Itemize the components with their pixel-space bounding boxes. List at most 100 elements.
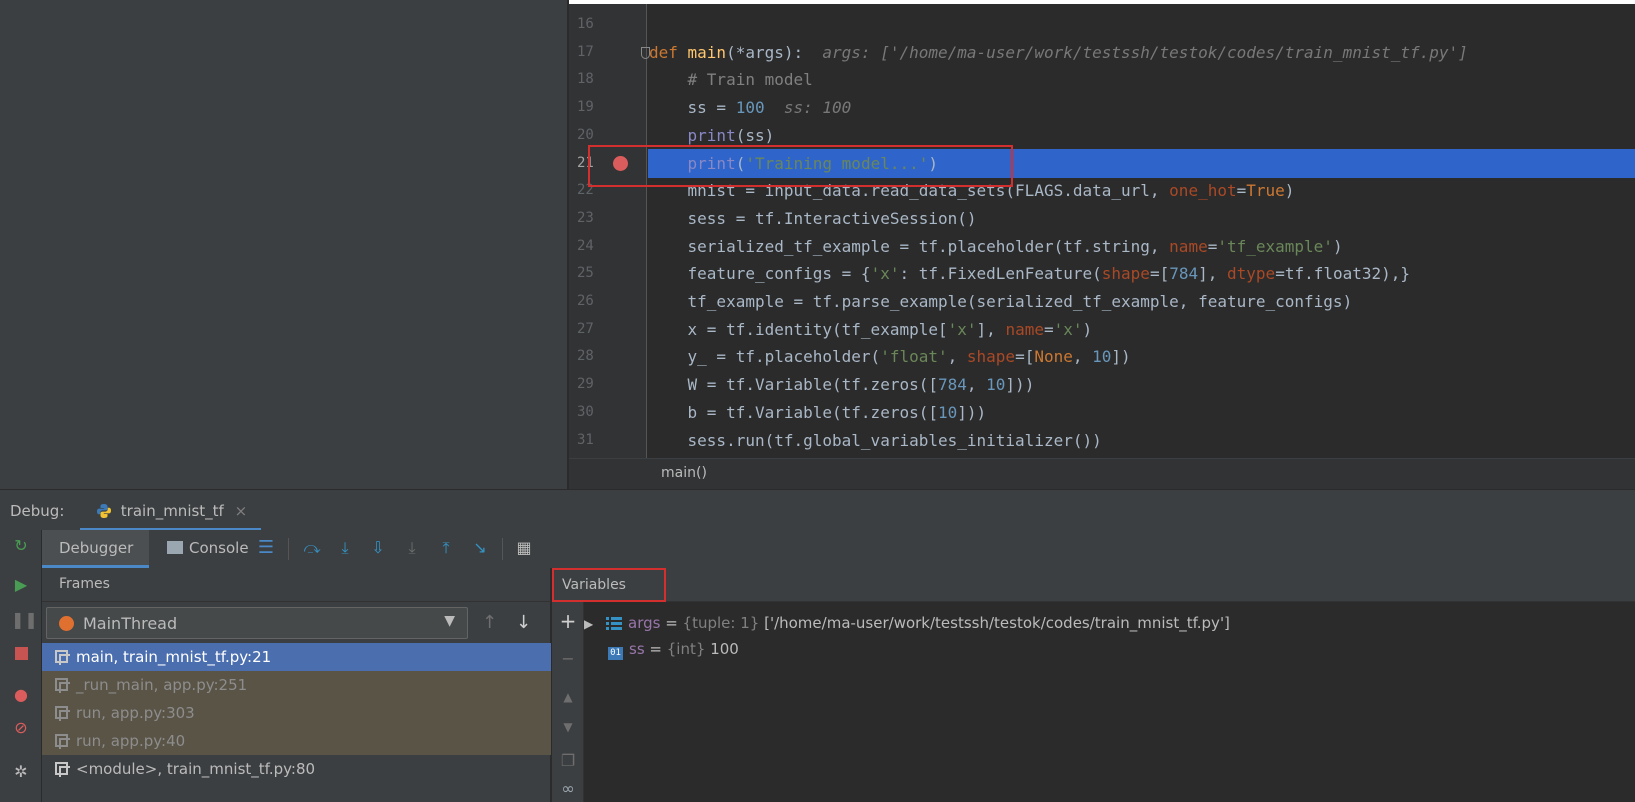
step-into-my-code-icon[interactable]: ⇩ bbox=[368, 538, 388, 558]
debug-side-toolbar: ↻ ▶ ❚❚ ● ⊘ ✲ bbox=[0, 530, 42, 802]
frame-row[interactable]: _run_main, app.py:251 bbox=[42, 671, 551, 699]
frame-label: main, train_mnist_tf.py:21 bbox=[76, 648, 272, 666]
code-line[interactable]: 28 y_ = tf.placeholder('float', shape=[N… bbox=[569, 342, 1635, 371]
code-line[interactable]: 29 W = tf.Variable(tf.zeros([784, 10])) bbox=[569, 370, 1635, 399]
code-token: def bbox=[649, 42, 688, 62]
tab-console[interactable]: Console bbox=[167, 530, 249, 568]
code-token: ]) bbox=[1111, 347, 1131, 367]
code-text: ss = 100 ss: 100 bbox=[649, 93, 852, 122]
code-line[interactable]: 27 x = tf.identity(tf_example['x'], name… bbox=[569, 315, 1635, 344]
code-text: y_ = tf.placeholder('float', shape=[None… bbox=[649, 342, 1131, 371]
previous-frame-icon[interactable]: ↑ bbox=[482, 612, 497, 633]
variable-row[interactable]: ▶ args = {tuple: 1} ['/home/ma-user/work/… bbox=[584, 610, 1230, 636]
view-breakpoints-icon[interactable]: ● bbox=[11, 685, 31, 705]
code-token: 10 bbox=[937, 402, 958, 422]
force-step-into-icon[interactable]: ⤓ bbox=[402, 538, 422, 558]
settings-icon[interactable]: ✲ bbox=[11, 762, 31, 782]
debugger-toolbar: Debugger Console ☰ ⤼ ⤓ ⇩ ⤓ ⤒ ↘ ▦ bbox=[42, 530, 1635, 568]
code-token: None bbox=[1034, 347, 1073, 367]
stack-frame-icon bbox=[55, 762, 70, 777]
menu-icon[interactable]: ☰ bbox=[256, 538, 276, 558]
code-token: , bbox=[947, 347, 967, 367]
frame-row[interactable]: run, app.py:303 bbox=[42, 699, 551, 727]
equals-sign: = bbox=[660, 614, 683, 632]
mute-breakpoints-icon[interactable]: ⊘ bbox=[11, 718, 31, 738]
variable-name: ss bbox=[629, 640, 645, 658]
move-down-icon[interactable]: ▼ bbox=[559, 718, 577, 736]
code-token: serialized_tf_example = tf.placeholder(t… bbox=[649, 236, 1170, 256]
debug-header: Debug: train_mnist_tf × bbox=[0, 489, 1635, 531]
frame-row[interactable]: run, app.py:40 bbox=[42, 727, 551, 755]
code-token: ])) bbox=[1005, 375, 1035, 395]
code-line[interactable]: 16 bbox=[569, 10, 1635, 39]
thread-dropdown[interactable]: MainThread ▼ bbox=[46, 607, 468, 639]
thread-status-icon bbox=[59, 616, 74, 631]
variables-toolbar: + − ▲ ▼ ❐ ∞ bbox=[552, 568, 584, 802]
debug-label: Debug: bbox=[10, 502, 65, 520]
code-text: feature_configs = {'x': tf.FixedLenFeatu… bbox=[649, 259, 1411, 288]
code-line[interactable]: 17 def main(*args): args: ['/home/ma-user… bbox=[569, 38, 1635, 67]
breadcrumb-function[interactable]: main() bbox=[661, 465, 707, 481]
stop-icon[interactable] bbox=[11, 644, 31, 664]
step-over-icon[interactable]: ⤓ bbox=[335, 538, 355, 558]
frame-row[interactable]: main, train_mnist_tf.py:21 bbox=[42, 643, 551, 671]
stack-frame-icon bbox=[55, 678, 70, 693]
evaluate-expression-icon[interactable]: ▦ bbox=[514, 538, 534, 558]
thread-name: MainThread bbox=[83, 614, 178, 633]
code-line[interactable]: 31 sess.run(tf.global_variables_initiali… bbox=[569, 426, 1635, 455]
debug-session-tab[interactable]: train_mnist_tf × bbox=[80, 494, 262, 531]
tab-debugger[interactable]: Debugger bbox=[42, 530, 149, 568]
code-text: x = tf.identity(tf_example['x'], name='x… bbox=[649, 315, 1093, 344]
code-line[interactable]: 19 ss = 100 ss: 100 bbox=[569, 93, 1635, 122]
frame-label: _run_main, app.py:251 bbox=[76, 676, 248, 694]
move-up-icon[interactable]: ▲ bbox=[559, 688, 577, 706]
code-token: name bbox=[1005, 319, 1044, 339]
line-number: 23 bbox=[577, 209, 594, 226]
code-text: # Train model bbox=[649, 65, 813, 94]
project-pane bbox=[0, 0, 568, 489]
rerun-icon[interactable]: ↻ bbox=[11, 536, 31, 556]
code-line[interactable]: 24 serialized_tf_example = tf.placeholde… bbox=[569, 232, 1635, 261]
duplicate-watch-icon[interactable]: ❐ bbox=[559, 752, 577, 770]
code-line[interactable]: 25 feature_configs = {'x': tf.FixedLenFe… bbox=[569, 259, 1635, 288]
highlight-box bbox=[588, 145, 1013, 187]
code-text: sess = tf.InteractiveSession() bbox=[649, 204, 977, 233]
code-token: ) bbox=[1082, 319, 1093, 339]
frame-row[interactable]: <module>, train_mnist_tf.py:80 bbox=[42, 755, 551, 783]
code-token: 10 bbox=[1092, 347, 1112, 367]
code-token: args: ['/home/ma-user/work/testssh/testo… bbox=[822, 42, 1468, 62]
variable-row[interactable]: 01 ss = {int} 100 bbox=[608, 636, 739, 662]
code-line[interactable]: 26 tf_example = tf.parse_example(seriali… bbox=[569, 287, 1635, 316]
show-watches-icon[interactable]: ∞ bbox=[559, 780, 577, 798]
code-token: name bbox=[1169, 236, 1208, 256]
code-token: b = tf.Variable(tf.zeros([ bbox=[649, 402, 938, 422]
code-token: tf_example = tf.parse_example(serialized… bbox=[649, 292, 1353, 311]
code-token: W = tf.Variable(tf.zeros([ bbox=[649, 375, 938, 395]
code-token: # Train model bbox=[649, 70, 813, 90]
variables-panel: Variables ▶ args = {tuple: 1} ['/home/ma-… bbox=[552, 568, 1635, 802]
code-line[interactable]: 30 b = tf.Variable(tf.zeros([10])) bbox=[569, 398, 1635, 427]
code-token: 'x' bbox=[870, 264, 900, 284]
stack-frame-icon bbox=[55, 734, 70, 749]
pause-icon[interactable]: ❚❚ bbox=[11, 610, 38, 630]
add-watch-icon[interactable]: + bbox=[559, 611, 577, 631]
code-line[interactable]: 23 sess = tf.InteractiveSession() bbox=[569, 204, 1635, 233]
line-number: 24 bbox=[577, 237, 594, 254]
next-frame-icon[interactable]: ↓ bbox=[516, 612, 531, 633]
code-editor[interactable]: 16 17 def main(*args): args: ['/home/ma-us… bbox=[569, 0, 1635, 458]
code-token: print bbox=[687, 125, 736, 145]
resume-icon[interactable]: ▶ bbox=[11, 575, 31, 595]
expand-icon[interactable]: ▶ bbox=[584, 611, 598, 637]
code-text: def main(*args): args: ['/home/ma-user/w… bbox=[649, 38, 1468, 67]
code-text: tf_example = tf.parse_example(serialized… bbox=[649, 287, 1353, 316]
code-token: main bbox=[687, 42, 727, 62]
run-to-cursor-icon[interactable]: ↘ bbox=[470, 538, 490, 558]
code-text: W = tf.Variable(tf.zeros([784, 10])) bbox=[649, 370, 1035, 399]
close-icon[interactable]: × bbox=[235, 502, 248, 520]
frame-label: <module>, train_mnist_tf.py:80 bbox=[76, 760, 316, 778]
show-execution-point-icon[interactable]: ⤼ bbox=[302, 538, 322, 558]
code-line[interactable]: 18 # Train model bbox=[569, 65, 1635, 94]
step-out-icon[interactable]: ⤒ bbox=[436, 538, 456, 558]
remove-watch-icon[interactable]: − bbox=[559, 650, 577, 668]
